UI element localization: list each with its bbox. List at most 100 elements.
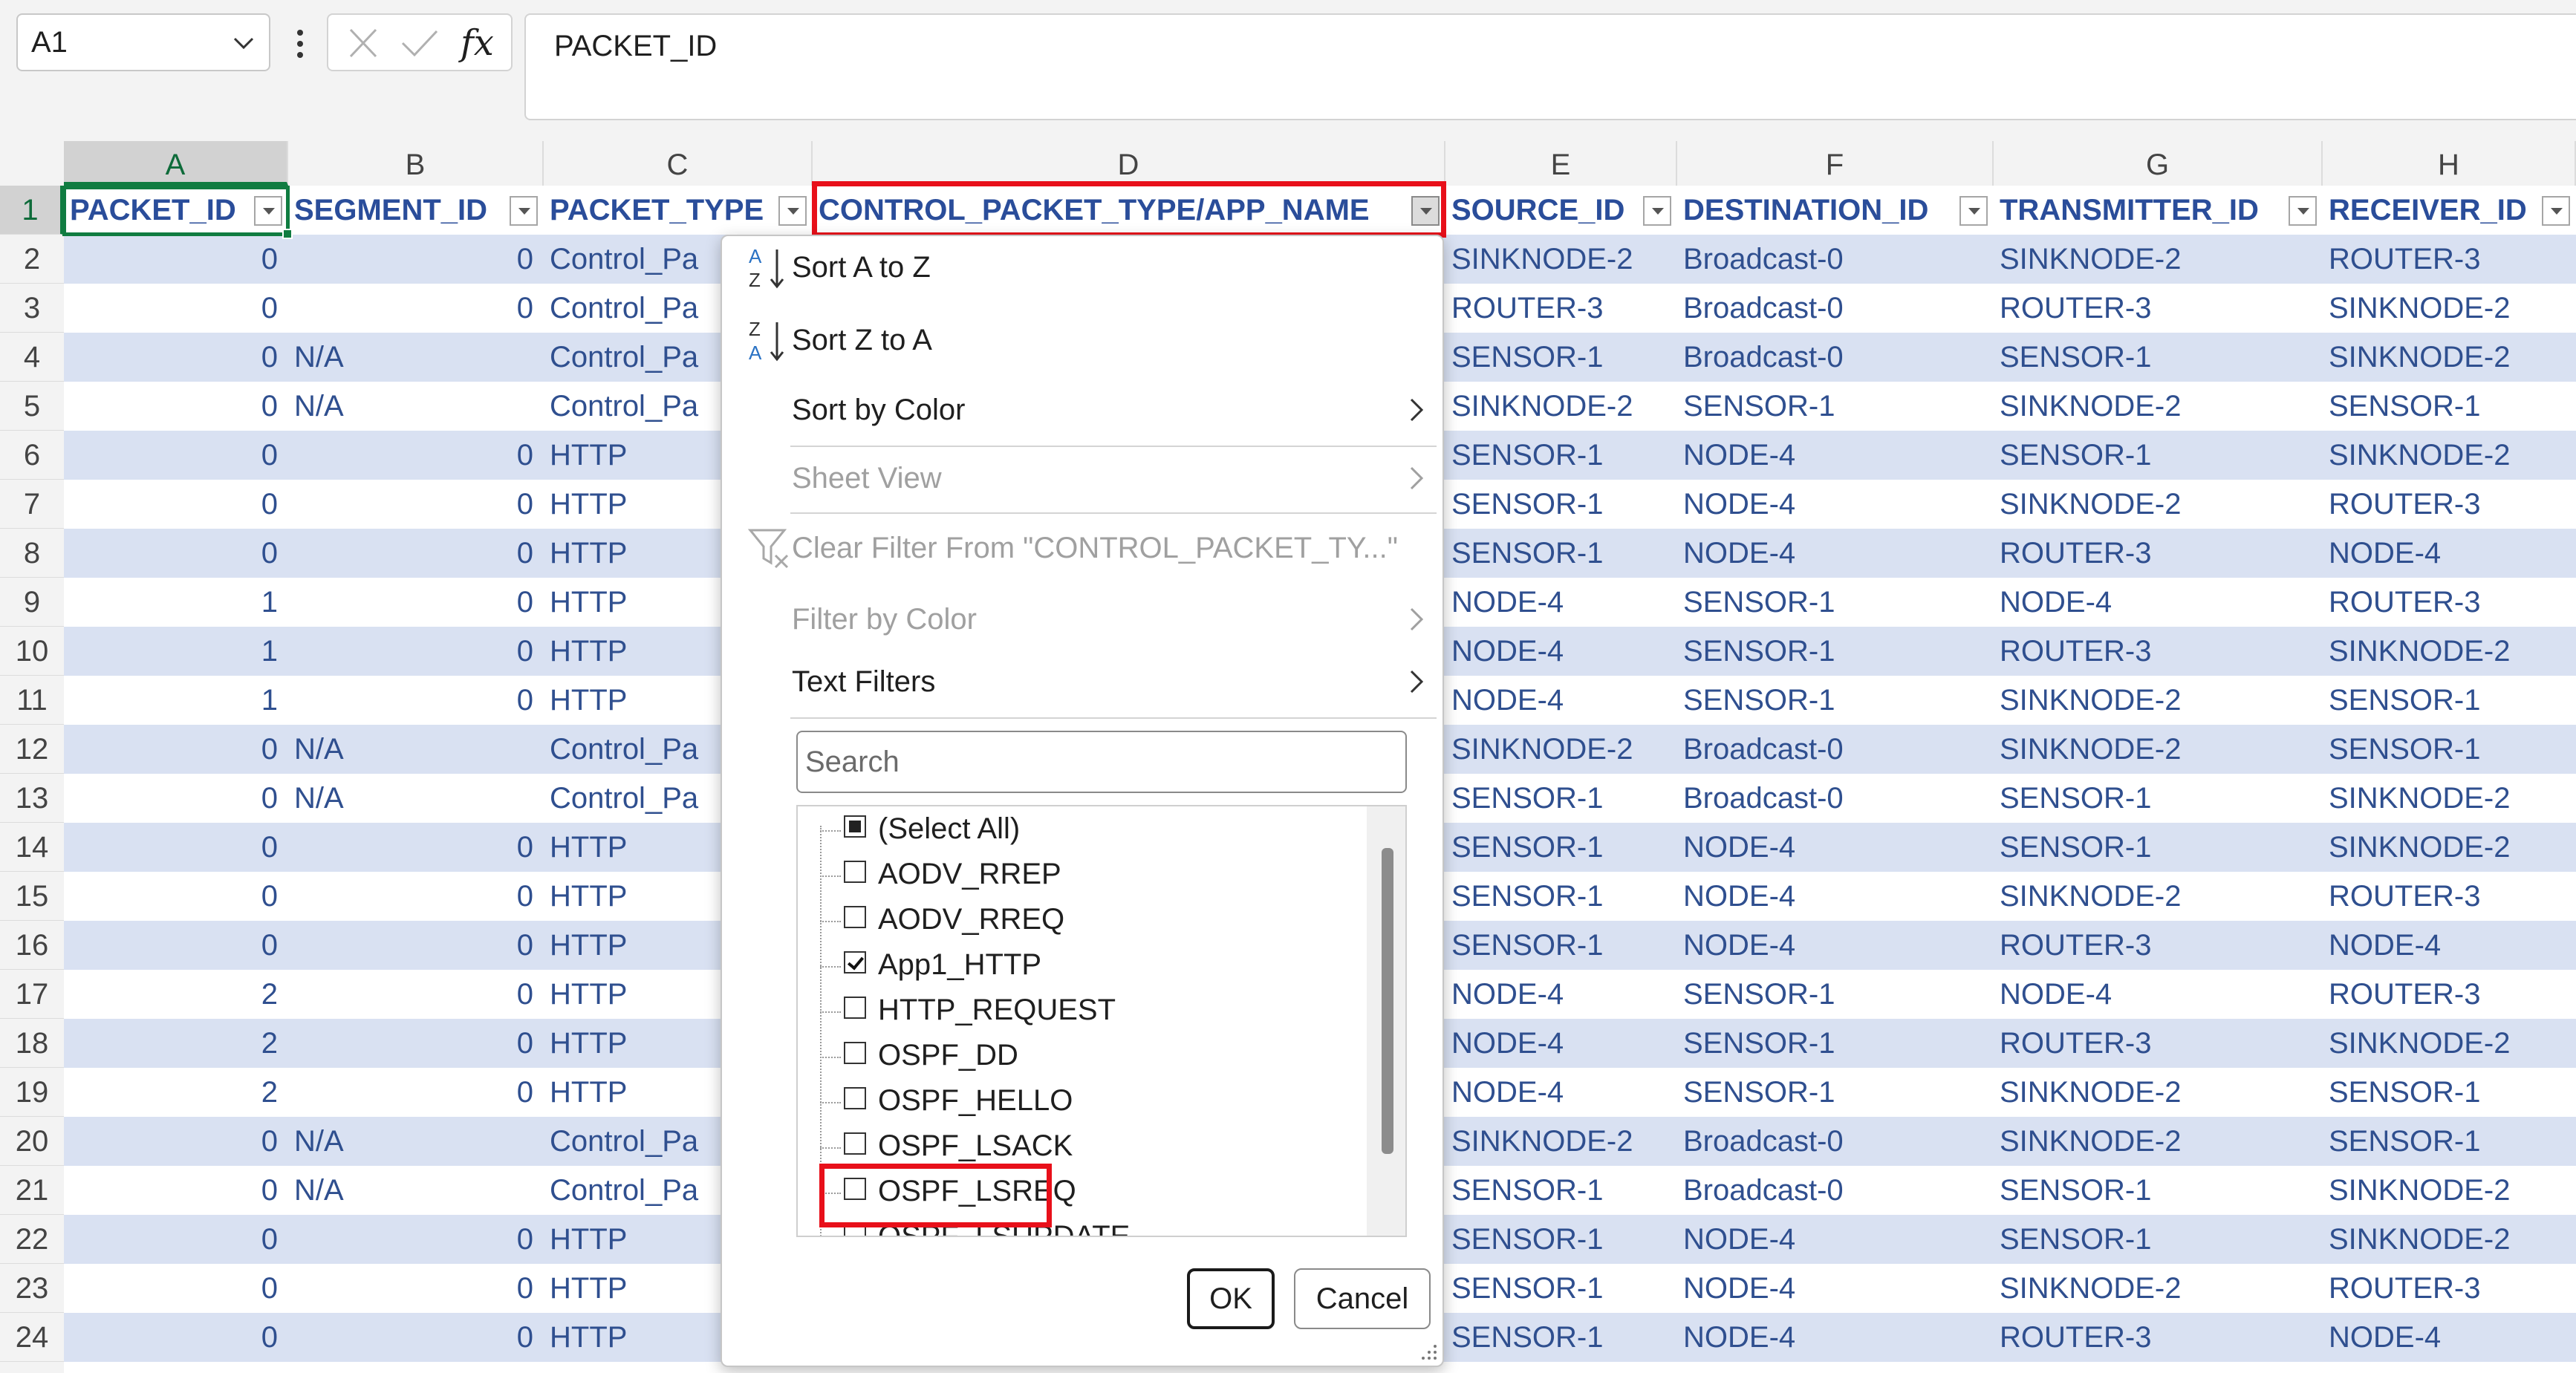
filter-dropdown-button[interactable] [778, 196, 807, 226]
table-cell[interactable]: 0 [288, 921, 544, 970]
column-header-f[interactable]: F [1677, 141, 1994, 186]
table-cell[interactable]: 0 [288, 431, 544, 480]
sort-z-to-a-item[interactable]: Z A Sort Z to A [722, 310, 1444, 370]
table-cell[interactable]: 0 [64, 235, 288, 284]
table-cell[interactable]: NODE-4 [2323, 529, 2576, 578]
table-cell[interactable]: 0 [288, 284, 544, 333]
filter-dropdown-button[interactable] [1643, 196, 1671, 226]
table-cell[interactable]: 1 [64, 627, 288, 676]
table-cell[interactable]: SENSOR-1 [1445, 529, 1677, 578]
table-cell[interactable]: SINKNODE-2 [1994, 382, 2323, 431]
table-cell[interactable]: N/A [288, 1117, 544, 1166]
table-cell[interactable]: 0 [288, 578, 544, 627]
table-cell[interactable]: NODE-4 [2323, 1313, 2576, 1362]
row-header[interactable]: 13 [0, 774, 64, 823]
header-cell[interactable]: SEGMENT_ID [288, 186, 544, 235]
table-cell[interactable]: 0 [64, 431, 288, 480]
table-cell[interactable]: Broadcast-0 [1677, 235, 1994, 284]
table-cell[interactable]: ROUTER-3 [1994, 921, 2323, 970]
table-cell[interactable]: Broadcast-0 [1677, 774, 1994, 823]
row-header[interactable]: 11 [0, 676, 64, 725]
table-cell[interactable]: SENSOR-1 [1445, 1264, 1677, 1313]
table-cell[interactable]: N/A [288, 333, 544, 382]
table-cell[interactable]: 1 [64, 578, 288, 627]
table-cell[interactable]: ROUTER-3 [1994, 284, 2323, 333]
table-cell[interactable]: SENSOR-1 [2323, 725, 2576, 774]
table-cell[interactable]: 2 [64, 1019, 288, 1068]
table-cell[interactable]: NODE-4 [1677, 921, 1994, 970]
checkbox[interactable] [844, 997, 866, 1019]
row-header[interactable]: 18 [0, 1019, 64, 1068]
table-cell[interactable]: SENSOR-1 [1994, 333, 2323, 382]
filter-dropdown-button[interactable] [510, 196, 538, 226]
row-header[interactable]: 23 [0, 1264, 64, 1313]
checkbox[interactable] [844, 861, 866, 883]
table-cell[interactable]: N/A [288, 725, 544, 774]
table-cell[interactable]: SENSOR-1 [1445, 872, 1677, 921]
row-header[interactable]: 9 [0, 578, 64, 627]
table-cell[interactable]: Broadcast-0 [1677, 1117, 1994, 1166]
table-cell[interactable]: SINKNODE-2 [2323, 1215, 2576, 1264]
table-cell[interactable]: SENSOR-1 [1445, 480, 1677, 529]
more-options-icon[interactable] [293, 25, 308, 62]
table-cell[interactable]: N/A [288, 1166, 544, 1215]
table-cell[interactable]: SINKNODE-2 [2323, 627, 2576, 676]
table-cell[interactable]: NODE-4 [1677, 872, 1994, 921]
table-cell[interactable]: Broadcast-0 [1677, 1166, 1994, 1215]
table-cell[interactable]: NODE-4 [1677, 1264, 1994, 1313]
table-cell[interactable]: SENSOR-1 [1677, 1019, 1994, 1068]
column-header-c[interactable]: C [544, 141, 813, 186]
table-cell[interactable]: 0 [288, 1313, 544, 1362]
resize-grip-icon[interactable] [1420, 1343, 1438, 1361]
table-cell[interactable]: 0 [64, 823, 288, 872]
table-cell[interactable]: ROUTER-3 [2323, 480, 2576, 529]
row-header[interactable]: 17 [0, 970, 64, 1019]
table-cell[interactable]: 0 [64, 1264, 288, 1313]
row-header[interactable]: 3 [0, 284, 64, 333]
cancel-button[interactable]: Cancel [1294, 1268, 1431, 1329]
table-cell[interactable]: SINKNODE-2 [1445, 235, 1677, 284]
table-cell[interactable]: 0 [64, 921, 288, 970]
table-cell[interactable]: ROUTER-3 [2323, 235, 2576, 284]
row-header[interactable]: 22 [0, 1215, 64, 1264]
table-cell[interactable]: SINKNODE-2 [1994, 1264, 2323, 1313]
table-cell[interactable]: SENSOR-1 [2323, 1068, 2576, 1117]
table-cell[interactable]: SENSOR-1 [1994, 823, 2323, 872]
table-cell[interactable]: 0 [288, 1215, 544, 1264]
filter-dropdown-button[interactable] [2542, 196, 2570, 226]
checkbox[interactable] [844, 1132, 866, 1155]
table-cell[interactable]: 0 [64, 480, 288, 529]
table-cell[interactable]: 0 [64, 284, 288, 333]
table-cell[interactable]: NODE-4 [1445, 676, 1677, 725]
filter-search-input[interactable]: Search [796, 731, 1407, 793]
column-header-h[interactable]: H [2323, 141, 2576, 186]
table-cell[interactable]: 0 [288, 970, 544, 1019]
table-cell[interactable]: ROUTER-3 [1994, 627, 2323, 676]
table-cell[interactable]: Broadcast-0 [1677, 725, 1994, 774]
table-cell[interactable]: SENSOR-1 [1445, 1166, 1677, 1215]
table-cell[interactable]: 0 [288, 1068, 544, 1117]
sort-by-color-item[interactable]: Sort by Color [722, 380, 1444, 440]
table-cell[interactable]: SENSOR-1 [1677, 970, 1994, 1019]
table-cell[interactable]: NODE-4 [1677, 823, 1994, 872]
table-cell[interactable]: SENSOR-1 [1445, 774, 1677, 823]
table-cell[interactable]: ROUTER-3 [2323, 578, 2576, 627]
table-cell[interactable]: SINKNODE-2 [1994, 725, 2323, 774]
table-cell[interactable]: SINKNODE-2 [1445, 1117, 1677, 1166]
table-cell[interactable]: NODE-4 [1445, 627, 1677, 676]
table-cell[interactable]: SINKNODE-2 [1994, 480, 2323, 529]
checkbox[interactable] [844, 906, 866, 928]
table-cell[interactable]: NODE-4 [1994, 578, 2323, 627]
table-cell[interactable]: SENSOR-1 [2323, 1117, 2576, 1166]
column-header-e[interactable]: E [1445, 141, 1677, 186]
table-cell[interactable]: 0 [288, 235, 544, 284]
table-cell[interactable]: 0 [64, 872, 288, 921]
row-header[interactable]: 12 [0, 725, 64, 774]
enter-check-icon[interactable] [398, 25, 441, 61]
filter-list-item[interactable]: AODV_RREP [798, 855, 1362, 899]
header-cell[interactable]: TRANSMITTER_ID [1994, 186, 2323, 235]
table-cell[interactable]: SINKNODE-2 [1994, 1117, 2323, 1166]
sort-a-to-z-item[interactable]: A Z Sort A to Z [722, 238, 1444, 297]
table-cell[interactable]: NODE-4 [1994, 970, 2323, 1019]
table-cell[interactable]: NODE-4 [1677, 1215, 1994, 1264]
